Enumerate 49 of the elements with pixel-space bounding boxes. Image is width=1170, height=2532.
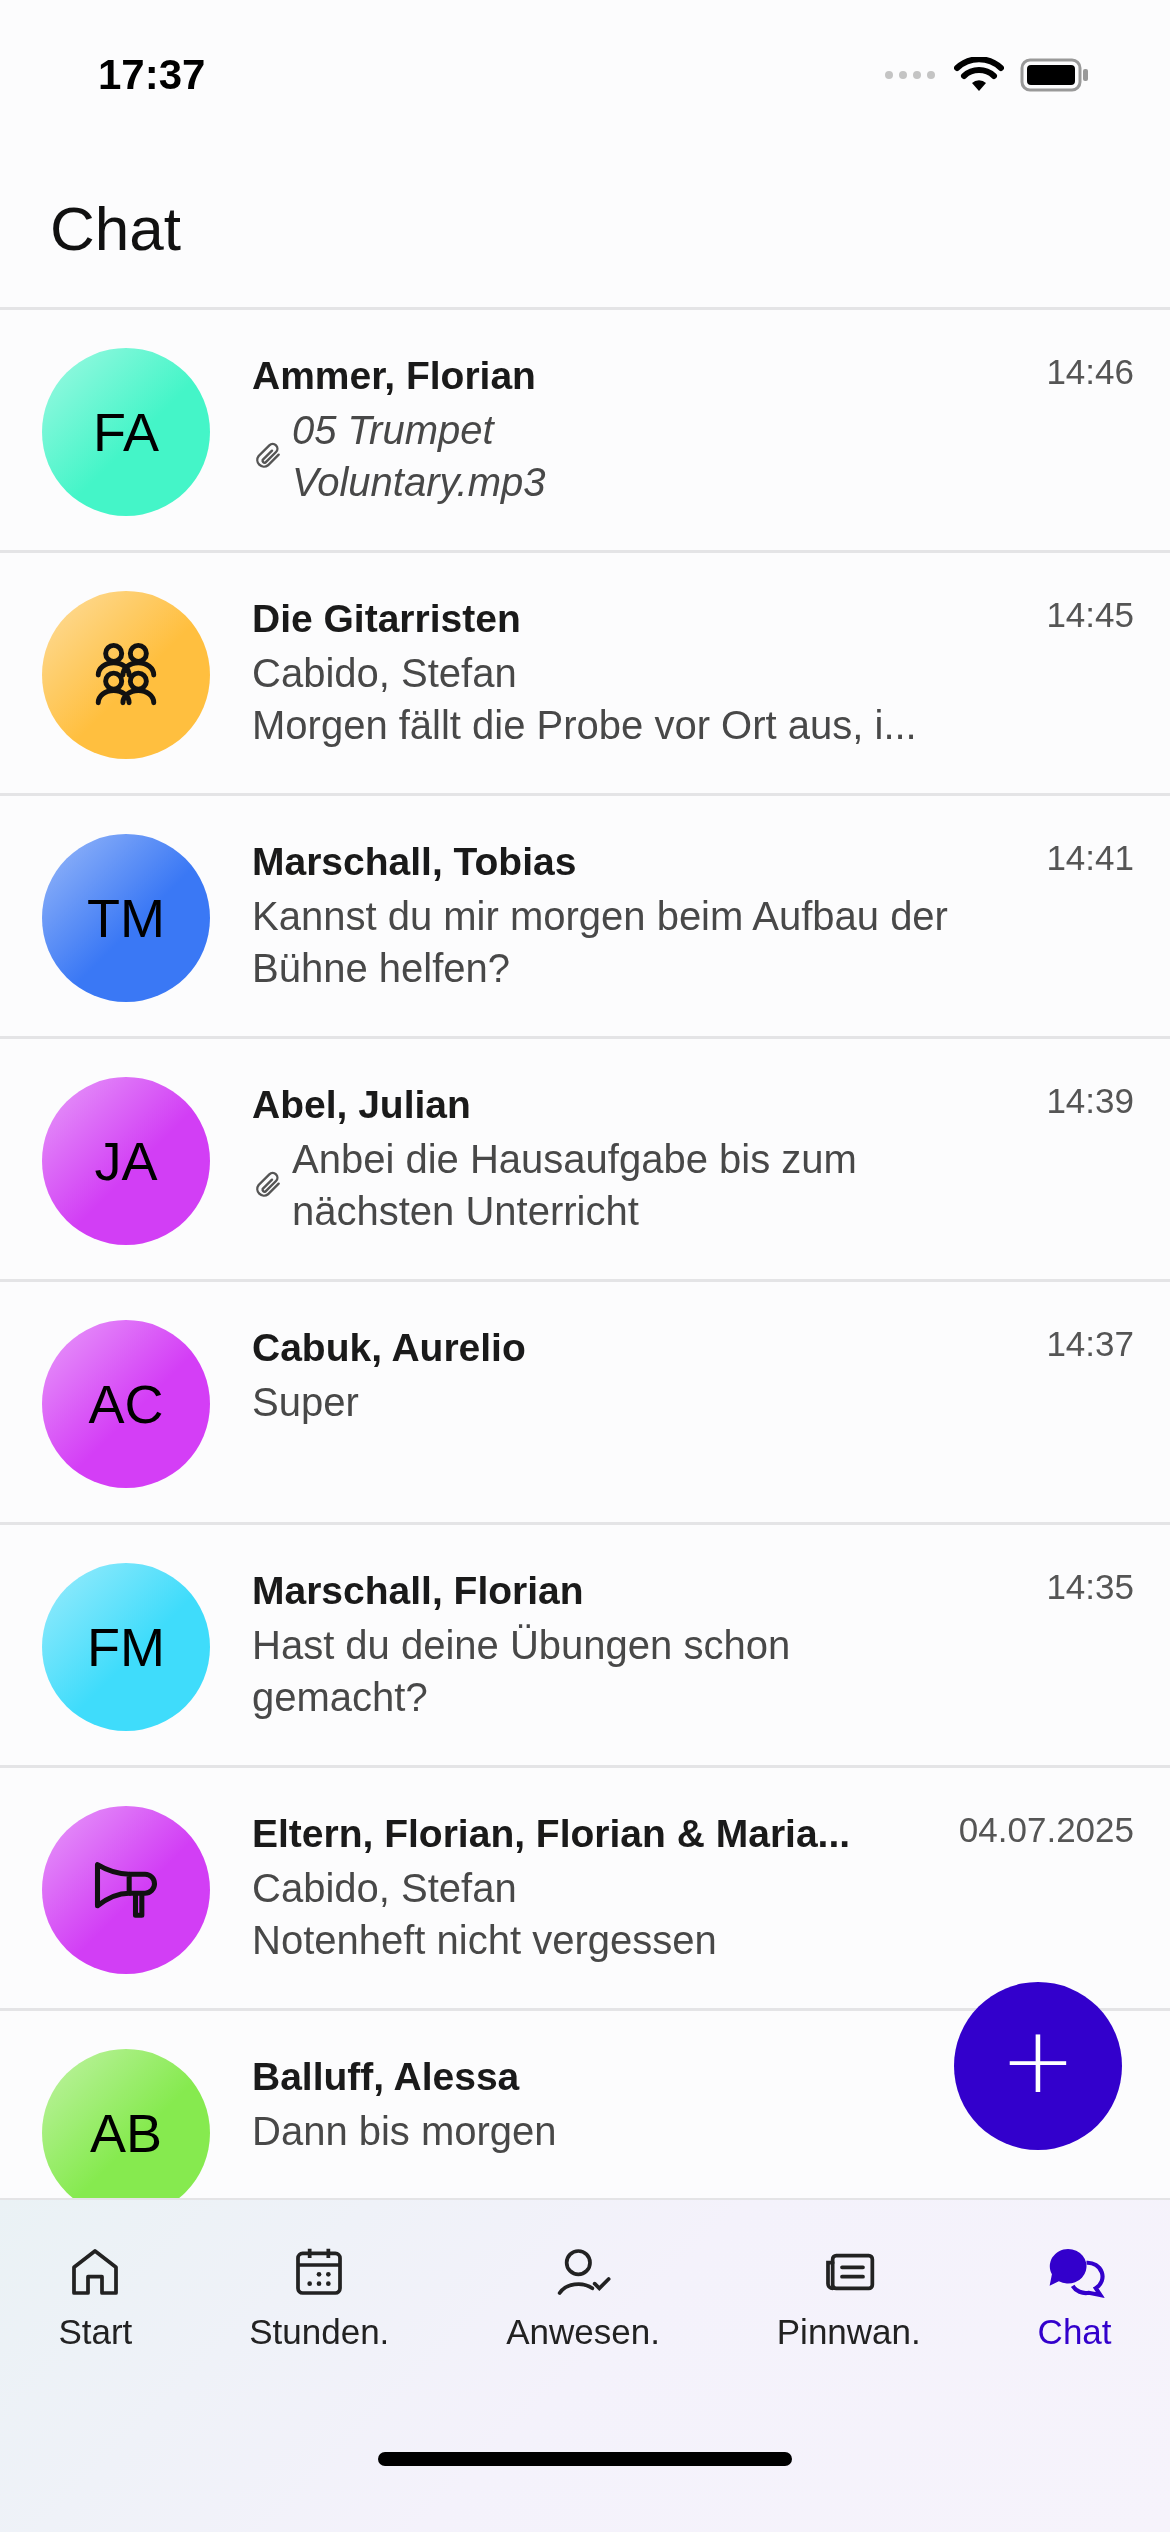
tab[interactable]: Pinnwan.: [770, 2244, 927, 2352]
message-preview: 05 Trumpet Voluntary.mp3: [292, 407, 547, 506]
tab[interactable]: Anwesen.: [500, 2244, 666, 2352]
chat-row[interactable]: FM Marschall, Florian 14:35 Hast du deine Übungen schon gemacht?: [0, 1525, 1170, 1768]
contact-name: Die Gitarristen: [252, 596, 521, 642]
avatar: AC: [42, 1320, 210, 1488]
contact-name: Eltern, Florian, Florian & Maria...: [252, 1811, 851, 1857]
message-time: 14:45: [1046, 594, 1134, 636]
chat-row[interactable]: Eltern, Florian, Florian & Maria... 04.07.2025 Cabido, Stefan Notenheft nicht vergessen: [0, 1768, 1170, 2011]
sender-name: Cabido, Stefan: [252, 1865, 518, 1912]
page-title: Chat: [50, 193, 181, 264]
message-preview: Dann bis morgen: [252, 2108, 558, 2155]
avatar: FM: [42, 1563, 210, 1731]
wifi-icon: [954, 57, 1004, 93]
message-preview: Super: [252, 1379, 360, 1426]
message-time: 14:39: [1046, 1080, 1134, 1122]
chat-row[interactable]: Die Gitarristen 14:45 Cabido, Stefan Morgen fällt die Probe vor Ort aus, i...: [0, 553, 1170, 796]
message-preview: Kannst du mir morgen beim Aufbau der Bühne helfen?: [252, 893, 949, 992]
battery-icon: [1020, 58, 1090, 92]
tab[interactable]: Chat: [1031, 2244, 1118, 2352]
contact-name: Abel, Julian: [252, 1082, 471, 1128]
avatar: TM: [42, 834, 210, 1002]
message-preview: Hast du deine Übungen schon gemacht?: [252, 1622, 792, 1721]
contact-name: Marschall, Florian: [252, 1568, 584, 1614]
chat-row[interactable]: FA Ammer, Florian 14:46 05 Trumpet Voluntary.mp3: [0, 310, 1170, 553]
tab[interactable]: Stunden.: [243, 2244, 396, 2352]
tab[interactable]: Start: [52, 2244, 139, 2352]
avatar: AB: [42, 2049, 210, 2198]
message-time: 14:37: [1046, 1323, 1134, 1365]
avatar: JA: [42, 1077, 210, 1245]
message-preview: Anbei die Hausaufgabe bis zum nächsten Unterricht: [292, 1136, 858, 1235]
message-preview: Morgen fällt die Probe vor Ort aus, i...: [252, 702, 918, 749]
message-time: 14:46: [1046, 351, 1134, 393]
contact-name: Balluff, Alessa: [252, 2054, 520, 2100]
new-chat-button[interactable]: +: [954, 1982, 1122, 2150]
message-preview: Notenheft nicht vergessen: [252, 1917, 718, 1964]
contact-name: Ammer, Florian: [252, 353, 536, 399]
contact-name: Marschall, Tobias: [252, 839, 577, 885]
chat-row[interactable]: JA Abel, Julian 14:39 Anbei die Hausaufgabe bis zum nächsten Unterricht: [0, 1039, 1170, 1282]
avatar: FA: [42, 348, 210, 516]
chat-row[interactable]: AC Cabuk, Aurelio 14:37 Super: [0, 1282, 1170, 1525]
message-time: 14:41: [1046, 837, 1134, 879]
message-time: 14:35: [1046, 1566, 1134, 1608]
signal-icon: [884, 70, 938, 80]
status-time: 17:37: [98, 51, 206, 99]
message-time: 04.07.2025: [958, 1809, 1134, 1851]
contact-name: Cabuk, Aurelio: [252, 1325, 526, 1371]
chat-row[interactable]: TM Marschall, Tobias 14:41 Kannst du mir morgen beim Aufbau der Bühne helfen?: [0, 796, 1170, 1039]
sender-name: Cabido, Stefan: [252, 650, 518, 697]
